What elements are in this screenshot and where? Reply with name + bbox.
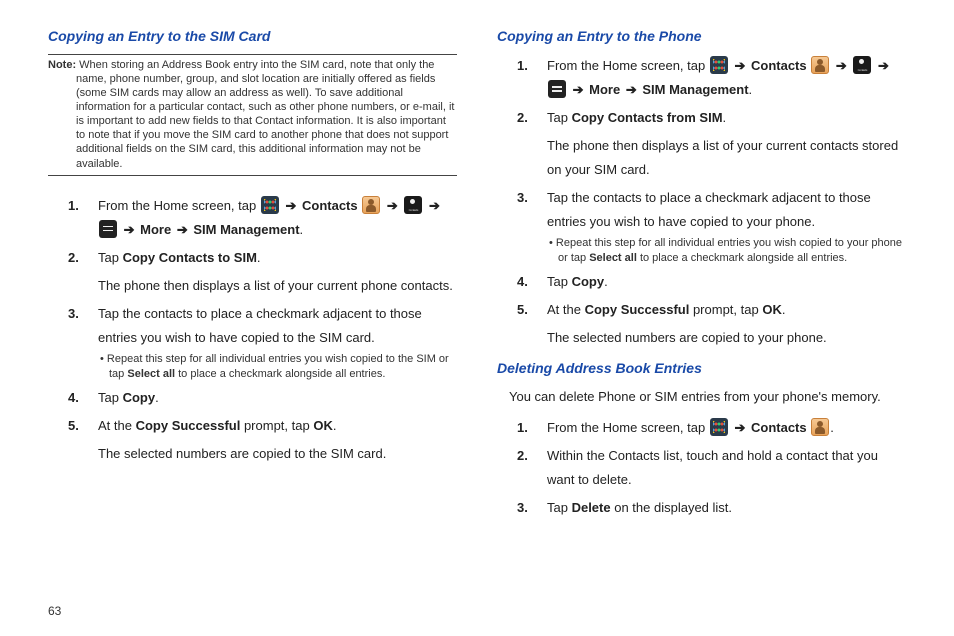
menu-icon [99, 220, 117, 238]
rstep-5: At the Copy Successful prompt, tap OK. T… [497, 298, 906, 350]
rstep-3: Tap the contacts to place a checkmark ad… [497, 186, 906, 266]
arrow-icon: ➔ [571, 82, 586, 97]
heading-copy-to-phone: Copying an Entry to the Phone [497, 28, 906, 44]
delete-intro: You can delete Phone or SIM entries from… [509, 386, 906, 408]
step-5-follow: The selected numbers are copied to the S… [98, 442, 457, 466]
apps-icon [710, 418, 728, 436]
contacts-tab-icon [404, 196, 422, 214]
rstep-2: Tap Copy Contacts from SIM. The phone th… [497, 106, 906, 182]
note-text: When storing an Address Book entry into … [76, 59, 454, 170]
steps-copy-to-sim: From the Home screen, tap ➔ Contacts ➔ ➔… [48, 194, 457, 466]
step-4: Tap Copy. [48, 386, 457, 410]
arrow-icon: ➔ [876, 58, 891, 73]
contact-icon [811, 56, 829, 74]
rstep-4: Tap Copy. [497, 270, 906, 294]
arrow-icon: ➔ [122, 222, 137, 237]
arrow-icon: ➔ [732, 420, 747, 435]
step-2-follow: The phone then displays a list of your c… [98, 274, 457, 298]
dstep-3: Tap Delete on the displayed list. [497, 496, 906, 520]
rstep-1: From the Home screen, tap ➔ Contacts ➔ ➔… [497, 54, 906, 102]
heading-delete-entries: Deleting Address Book Entries [497, 360, 906, 376]
menu-icon [548, 80, 566, 98]
arrow-icon: ➔ [834, 58, 849, 73]
left-column: Copying an Entry to the SIM Card Note: W… [48, 28, 457, 524]
rstep-3-bullet: Repeat this step for all individual entr… [547, 236, 906, 266]
arrow-icon: ➔ [732, 58, 747, 73]
note-label: Note: [48, 59, 76, 71]
apps-icon [261, 196, 279, 214]
dstep-2: Within the Contacts list, touch and hold… [497, 444, 906, 492]
steps-delete: From the Home screen, tap ➔ Contacts . W… [497, 416, 906, 520]
arrow-icon: ➔ [385, 198, 400, 213]
step-2: Tap Copy Contacts to SIM. The phone then… [48, 246, 457, 298]
step-1: From the Home screen, tap ➔ Contacts ➔ ➔… [48, 194, 457, 242]
contacts-tab-icon [853, 56, 871, 74]
step-5: At the Copy Successful prompt, tap OK. T… [48, 414, 457, 466]
steps-copy-to-phone: From the Home screen, tap ➔ Contacts ➔ ➔… [497, 54, 906, 350]
arrow-icon: ➔ [175, 222, 190, 237]
note-box: Note: When storing an Address Book entry… [48, 54, 457, 176]
dstep-1: From the Home screen, tap ➔ Contacts . [497, 416, 906, 440]
arrow-icon: ➔ [624, 82, 639, 97]
step-3: Tap the contacts to place a checkmark ad… [48, 302, 457, 382]
step-3-bullet: Repeat this step for all individual entr… [98, 352, 457, 382]
heading-copy-to-sim: Copying an Entry to the SIM Card [48, 28, 457, 44]
right-column: Copying an Entry to the Phone From the H… [497, 28, 906, 524]
rstep-2-follow: The phone then displays a list of your c… [547, 134, 906, 182]
arrow-icon: ➔ [427, 198, 442, 213]
contact-icon [811, 418, 829, 436]
page-number: 63 [48, 604, 61, 618]
arrow-icon: ➔ [283, 198, 298, 213]
rstep-5-follow: The selected numbers are copied to your … [547, 326, 906, 350]
contact-icon [362, 196, 380, 214]
apps-icon [710, 56, 728, 74]
